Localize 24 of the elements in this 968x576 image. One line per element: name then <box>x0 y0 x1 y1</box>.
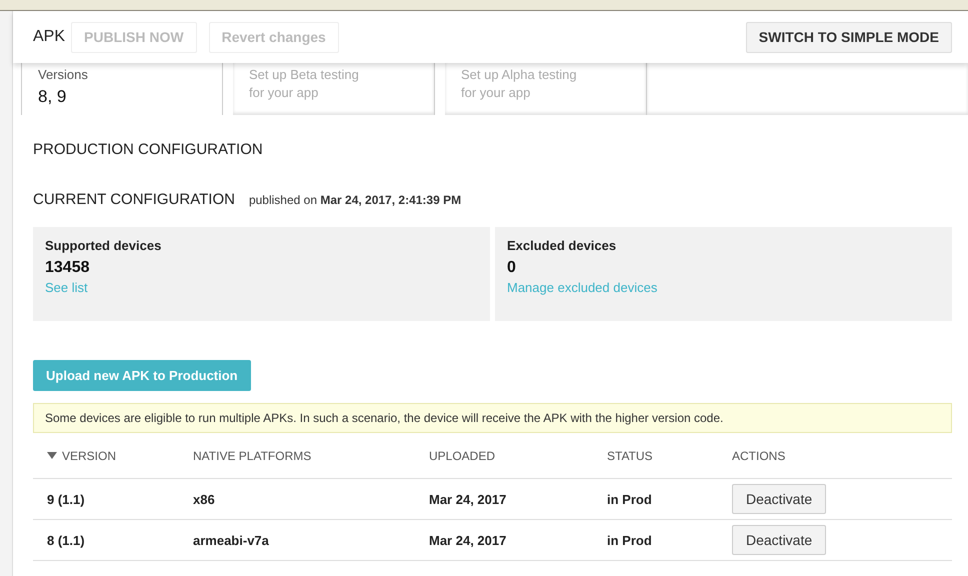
column-header[interactable]: VERSION <box>33 433 193 479</box>
table-cell: 9 (1.1) <box>33 479 193 520</box>
card-label: Supported devices <box>45 238 162 253</box>
device-count: 0 <box>507 259 517 277</box>
table-cell: Mar 24, 2017 <box>429 520 607 561</box>
column-header[interactable]: ACTIONS <box>732 433 952 479</box>
column-header[interactable]: NATIVE PLATFORMS <box>193 433 429 479</box>
deactivate-button[interactable]: Deactivate <box>732 484 826 514</box>
current-config-title: CURRENT CONFIGURATION <box>33 191 235 208</box>
table-cell: Mar 24, 2017 <box>429 479 607 520</box>
device-count: 13458 <box>45 259 90 277</box>
table-cell: x86 <box>193 479 429 520</box>
deactivate-button[interactable]: Deactivate <box>732 525 826 555</box>
column-header[interactable]: UPLOADED <box>429 433 607 479</box>
page-title: APK <box>33 28 66 46</box>
notice-banner: Some devices are eligible to run multiple APKs. In such a scenario, the device will receive the APK with the higher version code. <box>33 403 952 433</box>
tab[interactable]: Versions 8, 9 <box>21 63 223 115</box>
simple-mode-button[interactable]: SWITCH TO SIMPLE MODE <box>746 22 952 52</box>
published-date: published on Mar 24, 2017, 2:41:39 PM <box>248 193 462 207</box>
table-cell: armeabi-v7a <box>193 520 429 561</box>
table-cell: 8 (1.1) <box>33 520 193 561</box>
section-title: PRODUCTION CONFIGURATION <box>33 141 264 158</box>
card-label: Excluded devices <box>507 238 618 253</box>
column-header[interactable]: STATUS <box>607 433 732 479</box>
